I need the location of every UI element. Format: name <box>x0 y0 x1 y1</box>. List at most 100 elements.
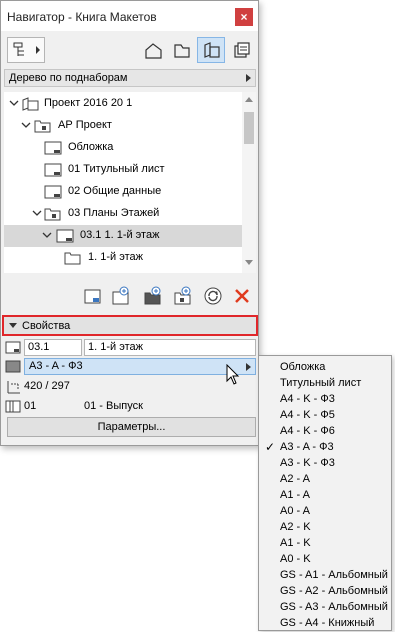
window-title: Навигатор - Книга Макетов <box>7 10 157 24</box>
menu-item[interactable]: GS - A4 - Книжный <box>259 615 391 631</box>
view-selector-value: Дерево по поднаборам <box>9 72 128 84</box>
layout-name-field[interactable]: 1. 1-й этаж <box>84 339 256 356</box>
tree-item-layout[interactable]: 01 Титульный лист <box>4 159 242 181</box>
menu-item-label: A0 - K <box>280 553 311 565</box>
properties-title: Свойства <box>22 320 71 332</box>
layout-tree[interactable]: Проект 2016 20 1 АР Проект Обложка 01 Ти… <box>4 92 256 273</box>
menu-item[interactable]: A1 - K <box>259 535 391 551</box>
menu-item[interactable]: A0 - K <box>259 551 391 567</box>
tree-item-label: 03 Планы Этажей <box>68 207 160 219</box>
menu-item-label: GS - A3 - Альбомный <box>280 601 388 613</box>
menu-item[interactable]: A4 - K - Ф5 <box>259 407 391 423</box>
project-map-button[interactable] <box>139 37 167 63</box>
tree-item-layout-selected[interactable]: 03.1 1. 1-й этаж <box>4 225 242 247</box>
menu-item[interactable]: A2 - K <box>259 519 391 535</box>
menu-item[interactable]: GS - A3 - Альбомный <box>259 599 391 615</box>
revision-icon <box>5 400 21 413</box>
title-bar[interactable]: Навигатор - Книга Макетов × <box>1 1 258 31</box>
scroll-down-icon[interactable] <box>245 260 253 265</box>
view-selector-dropdown[interactable]: Дерево по поднаборам <box>4 69 256 87</box>
revision-label: 01 - Выпуск <box>84 400 143 412</box>
delete-button[interactable] <box>230 284 254 308</box>
tree-item-drawing[interactable]: 1. 1-й этаж <box>4 247 242 269</box>
menu-item-label: A1 - A <box>280 489 310 501</box>
menu-item-checked[interactable]: ✓ A3 - A - Ф3 <box>259 439 391 455</box>
new-layout-icon <box>112 286 129 305</box>
menu-item-label: A2 - K <box>280 521 311 533</box>
close-button[interactable]: × <box>235 8 253 26</box>
tree-item-layout[interactable]: Обложка <box>4 137 242 159</box>
tree-item-label: 02 Общие данные <box>68 185 162 197</box>
tree-item-project[interactable]: Проект 2016 20 1 <box>4 93 242 115</box>
tree-item-layout[interactable]: 02 Общие данные <box>4 181 242 203</box>
menu-item-label: Титульный лист <box>280 377 362 389</box>
master-layout-icon <box>44 141 62 155</box>
master-layout-row: A3 - A - Ф3 <box>4 358 256 376</box>
tree-item-label: Проект 2016 20 1 <box>44 97 133 109</box>
toolbar <box>1 31 258 67</box>
menu-item[interactable]: A3 - K - Ф3 <box>259 455 391 471</box>
subset-folder-icon <box>44 208 61 221</box>
tree-item-subset[interactable]: 03 Планы Этажей <box>4 203 242 225</box>
menu-item-label: A3 - K - Ф3 <box>280 457 335 469</box>
scroll-thumb[interactable] <box>244 112 254 144</box>
menu-item-label: A0 - A <box>280 505 310 517</box>
clone-button[interactable] <box>171 284 195 308</box>
layout-icon <box>56 229 74 243</box>
parameters-button[interactable]: Параметры... <box>7 417 256 437</box>
collapse-arrow-icon <box>9 100 19 106</box>
navigator-settings-icon <box>13 42 40 56</box>
menu-item-label: A4 - K - Ф6 <box>280 425 335 437</box>
new-layout-button[interactable] <box>109 284 133 308</box>
layout-icon <box>5 341 21 354</box>
menu-item[interactable]: A4 - K - Ф3 <box>259 391 391 407</box>
size-row: 420 / 297 <box>4 378 256 396</box>
tree-item-label: 1. 1-й этаж <box>88 251 143 263</box>
menu-item[interactable]: GS - A2 - Альбомный <box>259 583 391 599</box>
collapse-arrow-icon <box>9 323 17 328</box>
master-layout-icon <box>44 185 62 199</box>
view-map-icon <box>174 44 190 58</box>
master-layout-select[interactable]: A3 - A - Ф3 <box>24 358 256 375</box>
delete-icon <box>235 289 249 303</box>
menu-item-label: GS - A4 - Книжный <box>280 617 375 629</box>
master-layout-icon <box>44 163 62 177</box>
tree-scrollbar[interactable] <box>242 92 256 273</box>
clone-icon <box>174 286 191 305</box>
update-icon <box>204 287 222 305</box>
tree-item-subset[interactable]: АР Проект <box>4 115 242 137</box>
menu-item-label: A1 - K <box>280 537 311 549</box>
menu-item[interactable]: A1 - A <box>259 487 391 503</box>
new-master-layout-button[interactable] <box>81 284 105 308</box>
checkmark-icon: ✓ <box>265 440 276 454</box>
view-map-button[interactable] <box>167 37 195 63</box>
navigator-settings-button[interactable] <box>7 37 45 63</box>
new-master-layout-icon <box>84 289 101 304</box>
menu-item[interactable]: GS - A1 - Альбомный <box>259 567 391 583</box>
mouse-cursor-icon <box>226 364 240 385</box>
publisher-sets-icon <box>234 42 250 58</box>
layout-id-field[interactable]: 03.1 <box>24 339 82 356</box>
collapse-arrow-icon <box>42 232 52 238</box>
publisher-sets-button[interactable] <box>227 37 255 63</box>
layout-book-button[interactable] <box>197 37 225 63</box>
size-value: 420 / 297 <box>24 380 70 392</box>
tree-item-label: АР Проект <box>58 119 112 131</box>
project-map-icon <box>145 43 162 59</box>
properties-header[interactable]: Свойства <box>2 315 258 336</box>
master-layout-value: A3 - A - Ф3 <box>29 360 83 372</box>
menu-item[interactable]: Обложка <box>259 359 391 375</box>
update-button[interactable] <box>201 284 225 308</box>
navigator-panel: Навигатор - Книга Макетов × Дерево по по… <box>0 0 259 446</box>
menu-item-label: A3 - A - Ф3 <box>280 441 334 453</box>
menu-item-label: Обложка <box>280 361 326 373</box>
new-subset-button[interactable] <box>141 284 165 308</box>
menu-item-label: A4 - K - Ф5 <box>280 409 335 421</box>
menu-item[interactable]: Титульный лист <box>259 375 391 391</box>
menu-item[interactable]: A0 - A <box>259 503 391 519</box>
revision-row: 01 01 - Выпуск <box>4 398 256 416</box>
scroll-up-icon[interactable] <box>245 97 253 102</box>
menu-item-label: A4 - K - Ф3 <box>280 393 335 405</box>
menu-item[interactable]: A2 - A <box>259 471 391 487</box>
menu-item[interactable]: A4 - K - Ф6 <box>259 423 391 439</box>
